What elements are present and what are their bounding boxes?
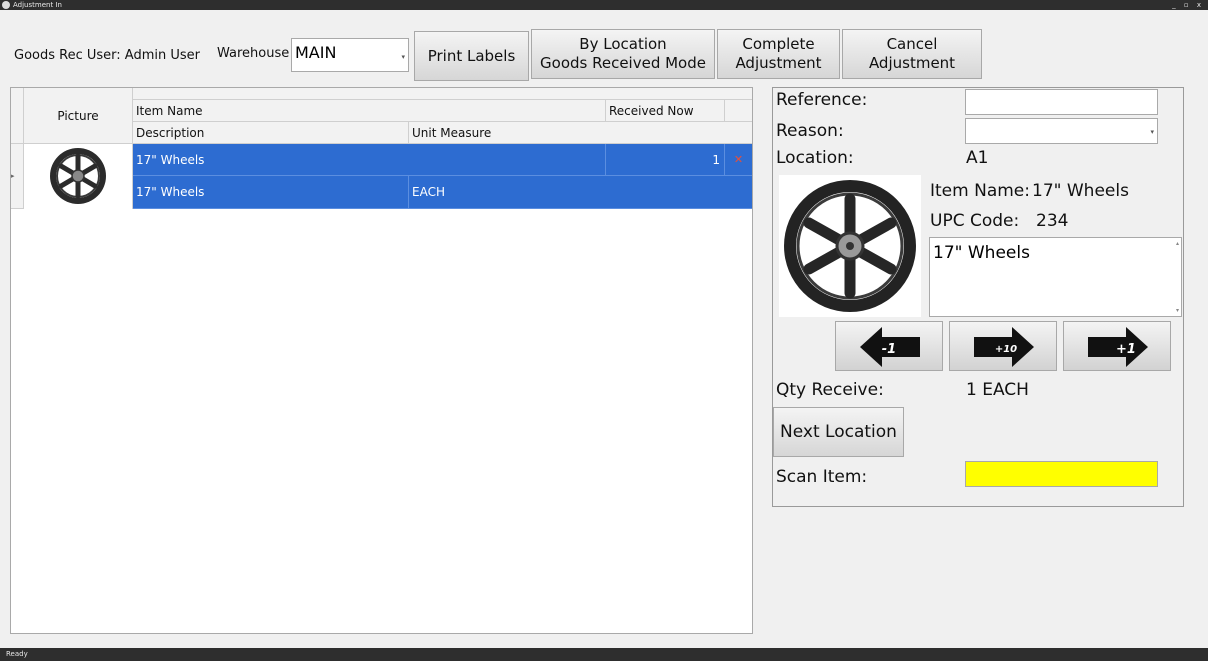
item-name-label: Item Name: xyxy=(930,181,1030,201)
reason-select[interactable]: ▾ xyxy=(965,118,1158,144)
row-item-name[interactable]: 17" Wheels xyxy=(133,144,606,176)
arrow-right-icon: +1 xyxy=(1088,327,1148,367)
received-now-column-header[interactable]: Received Now xyxy=(606,100,725,122)
row-description[interactable]: 17" Wheels xyxy=(133,176,409,209)
app-icon xyxy=(2,1,10,9)
item-image xyxy=(779,175,921,317)
arrow-right-icon: +10 xyxy=(974,327,1034,367)
scroll-up-icon[interactable]: ▴ xyxy=(1176,240,1179,247)
chevron-down-icon: ▾ xyxy=(401,53,405,61)
status-text: Ready xyxy=(6,650,28,658)
scroll-down-icon[interactable]: ▾ xyxy=(1176,307,1179,314)
qty-receive-value: 1 EACH xyxy=(966,380,1029,400)
location-value: A1 xyxy=(966,148,989,168)
increment-1-button[interactable]: +1 xyxy=(1063,321,1171,371)
reference-label: Reference: xyxy=(776,90,868,110)
chevron-down-icon: ▾ xyxy=(1150,128,1154,136)
by-location-mode-button[interactable]: By Location Goods Received Mode xyxy=(531,29,715,79)
cancel-adjustment-button[interactable]: Cancel Adjustment xyxy=(842,29,982,79)
decrement-1-label: -1 xyxy=(882,342,896,357)
warehouse-label: Warehouse xyxy=(217,46,290,61)
band-header xyxy=(133,88,752,100)
scan-item-input[interactable] xyxy=(965,461,1158,487)
delete-row-icon[interactable]: ✕ xyxy=(725,144,752,176)
decrement-1-button[interactable]: -1 xyxy=(835,321,943,371)
upc-label: UPC Code: xyxy=(930,211,1020,231)
row-unit-measure[interactable]: EACH xyxy=(409,176,752,209)
description-textarea[interactable]: 17" Wheels ▴ ▾ xyxy=(929,237,1182,317)
increment-10-label: +10 xyxy=(995,344,1017,355)
reason-label: Reason: xyxy=(776,121,844,141)
wheel-image-icon xyxy=(784,180,916,312)
next-location-button[interactable]: Next Location xyxy=(773,407,904,457)
row-expander[interactable]: ▸ xyxy=(11,144,24,209)
print-labels-button[interactable]: Print Labels xyxy=(414,31,529,81)
upc-value: 234 xyxy=(1036,211,1069,231)
wheel-thumbnail-icon xyxy=(50,148,106,204)
description-value: 17" Wheels xyxy=(933,243,1030,263)
window-controls[interactable]: _ ▫ x xyxy=(1172,0,1204,10)
user-label: Goods Rec User: Admin User xyxy=(14,48,200,63)
description-column-header[interactable]: Description xyxy=(133,122,409,144)
window-title: Adjustment In xyxy=(13,1,62,9)
status-bar: Ready xyxy=(0,648,1208,661)
complete-adjustment-button[interactable]: Complete Adjustment xyxy=(717,29,840,79)
increment-1-label: +1 xyxy=(1116,342,1136,357)
row-indicator-header xyxy=(11,88,24,144)
row-received-now[interactable]: 1 xyxy=(606,144,725,176)
item-name-column-header[interactable]: Item Name xyxy=(133,100,606,122)
items-grid[interactable]: Picture Item Name Received Now Descripti… xyxy=(10,87,753,634)
scan-item-label: Scan Item: xyxy=(776,467,868,487)
increment-10-button[interactable]: +10 xyxy=(949,321,1057,371)
window-titlebar: Adjustment In _ ▫ x xyxy=(0,0,1208,10)
qty-receive-label: Qty Receive: xyxy=(776,380,884,400)
warehouse-select[interactable]: MAIN ▾ xyxy=(291,38,409,72)
reference-input[interactable] xyxy=(965,89,1158,115)
delete-column-header xyxy=(725,100,752,122)
location-label: Location: xyxy=(776,148,854,168)
arrow-left-icon: -1 xyxy=(860,327,920,367)
picture-column-header[interactable]: Picture xyxy=(24,88,133,144)
item-name-value: 17" Wheels xyxy=(1032,181,1129,201)
warehouse-value: MAIN xyxy=(295,43,337,62)
unit-measure-column-header[interactable]: Unit Measure xyxy=(409,122,752,144)
table-row-picture xyxy=(24,144,133,209)
